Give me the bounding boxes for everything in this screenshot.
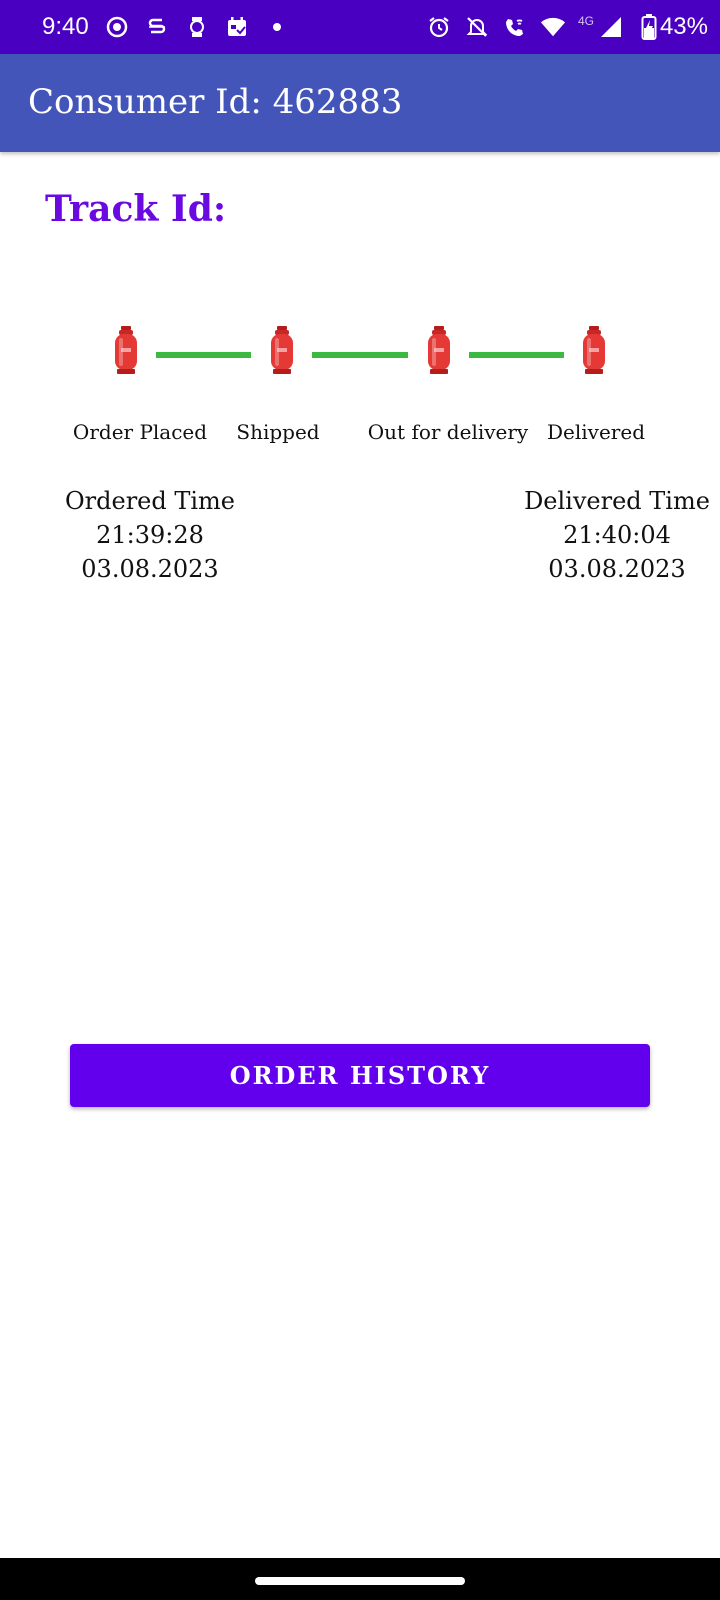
s-app-icon <box>144 14 170 40</box>
ordered-date-value: 03.08.2023 <box>81 555 219 583</box>
alarm-icon <box>426 14 452 40</box>
status-left-icons <box>104 14 290 40</box>
home-gesture-handle[interactable] <box>255 1577 465 1585</box>
wifi-icon <box>540 14 566 40</box>
network-type: 4G <box>577 14 594 28</box>
status-bar: 9:40 4G 43% <box>0 0 720 54</box>
step-label-delivered: Delivered <box>547 420 645 444</box>
ordered-time-block: Ordered Time 21:39:28 03.08.2023 <box>65 484 235 586</box>
step-label-order-placed: Order Placed <box>72 420 208 444</box>
signal-icon <box>598 14 624 40</box>
ordered-time-title: Ordered Time <box>64 487 236 515</box>
delivered-time-block: Delivered Time 21:40:04 03.08.2023 <box>524 484 710 586</box>
app-bar: Consumer Id: 462883 <box>0 54 720 152</box>
status-right-icons: 4G <box>426 14 662 40</box>
notification-dot-icon <box>264 14 290 40</box>
page-title: Consumer Id: 462883 <box>28 82 403 122</box>
battery-percent: 43% <box>659 13 708 40</box>
progress-connector-1 <box>156 352 251 358</box>
gas-cylinder-icon <box>115 326 137 374</box>
watch-icon <box>184 14 210 40</box>
status-time: 9:40 <box>42 13 89 40</box>
gas-cylinder-icon <box>428 326 450 374</box>
gas-cylinder-icon <box>583 326 605 374</box>
step-label-out-for-delivery: Out for delivery <box>367 420 529 444</box>
screen-record-icon <box>104 14 130 40</box>
step-label-shipped: Shipped <box>236 420 320 444</box>
delivered-time-value: 21:40:04 <box>563 521 671 549</box>
wifi-calling-icon <box>502 14 528 40</box>
delivered-time-title: Delivered Time <box>524 487 710 515</box>
delivered-date-value: 03.08.2023 <box>548 555 686 583</box>
mute-icon <box>464 14 490 40</box>
gas-cylinder-icon <box>271 326 293 374</box>
progress-connector-3 <box>469 352 564 358</box>
ordered-time-value: 21:39:28 <box>96 521 204 549</box>
order-history-button[interactable]: ORDER HISTORY <box>70 1044 650 1107</box>
progress-connector-2 <box>312 352 408 358</box>
calendar-icon <box>224 14 250 40</box>
track-id-label: Track Id: <box>45 188 227 230</box>
battery-charging-icon <box>636 14 662 40</box>
